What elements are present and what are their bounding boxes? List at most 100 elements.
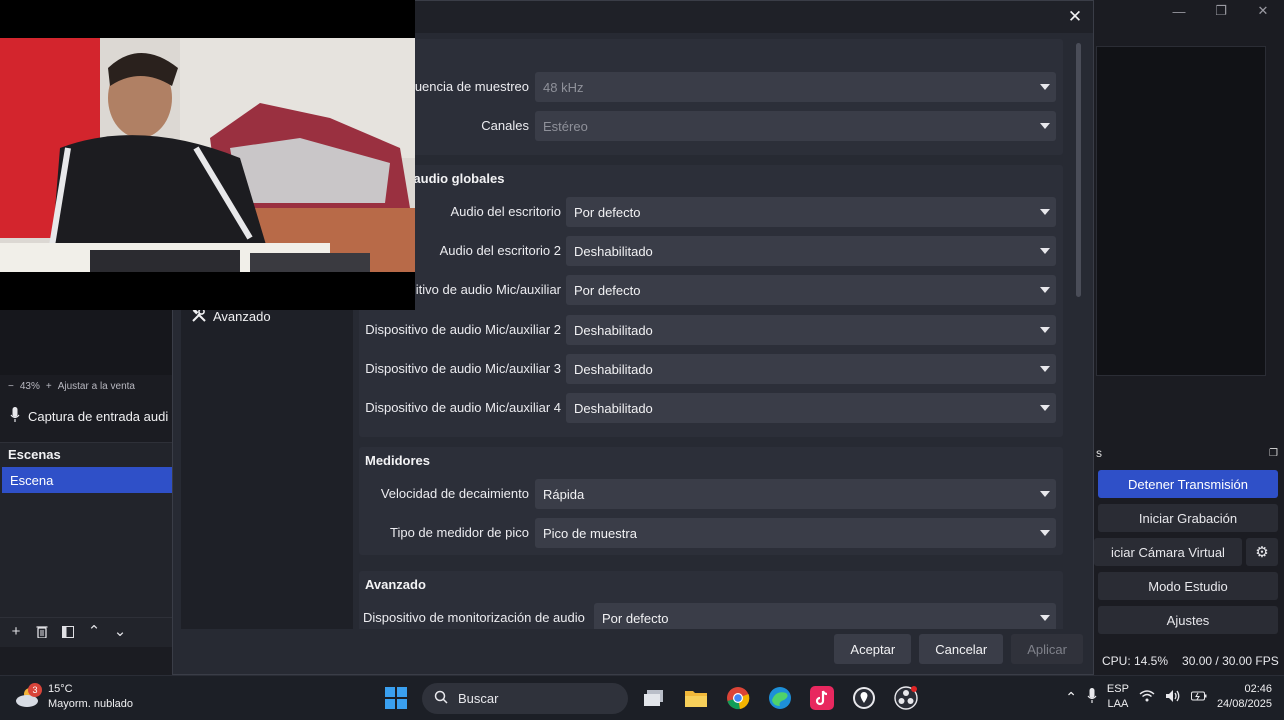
edge-icon[interactable] — [764, 682, 796, 714]
search-input[interactable]: Buscar — [422, 682, 628, 714]
clock-time: 02:46 — [1244, 683, 1272, 695]
start-recording-button[interactable]: Iniciar Grabación — [1098, 504, 1278, 532]
language-layout: LAA — [1107, 698, 1129, 710]
trash-icon[interactable] — [34, 624, 50, 640]
language-code: ESP — [1106, 683, 1129, 695]
device-label: Audio del escritorio — [450, 204, 561, 219]
device-select[interactable]: Deshabilitado — [566, 393, 1056, 423]
tiktok-icon[interactable] — [806, 682, 838, 714]
settings-scrollbar[interactable] — [1075, 41, 1083, 627]
chevron-up-icon[interactable]: ⌃ — [86, 624, 102, 640]
weather-widget[interactable]: 3 15°C Mayorm. nublado — [14, 682, 133, 712]
close-window-icon[interactable]: ✕ — [1242, 0, 1284, 22]
decay-rate-value: Rápida — [543, 486, 585, 502]
obs-icon[interactable] — [890, 682, 922, 714]
advanced-title: Avanzado — [365, 577, 426, 592]
dropdown-arrow-icon — [1040, 84, 1050, 90]
clock-date: 24/08/2025 — [1216, 698, 1272, 710]
device-row: Dispositivo de audio Mic/auxiliar 2 Desh… — [359, 315, 1063, 345]
zoom-out-icon[interactable]: − — [8, 381, 14, 392]
maps-icon[interactable] — [848, 682, 880, 714]
chevron-up-icon[interactable]: ⌃ — [1065, 689, 1077, 706]
input-language[interactable]: ESP LAA — [1107, 682, 1129, 712]
controls-header: s ❐ — [1094, 444, 1284, 462]
dropdown-arrow-icon — [1040, 287, 1050, 293]
dropdown-arrow-icon — [1040, 327, 1050, 333]
scenes-panel: Escenas Escena + ⌃ ⌄ — [0, 442, 172, 647]
monitoring-row: Dispositivo de monitorización de audio P… — [359, 603, 1063, 629]
device-label: Dispositivo de audio Mic/auxiliar 3 — [365, 361, 561, 376]
device-select[interactable]: Deshabilitado — [566, 354, 1056, 384]
cancel-button[interactable]: Cancelar — [919, 634, 1004, 664]
sample-rate-row: cuencia de muestreo 48 kHz — [359, 72, 1063, 102]
weather-badge: 3 — [28, 683, 42, 697]
peak-meter-row: Tipo de medidor de pico Pico de muestra — [359, 518, 1063, 548]
dropdown-arrow-icon — [1040, 123, 1050, 129]
stop-stream-button[interactable]: Detener Transmisión — [1098, 470, 1278, 498]
decay-rate-select[interactable]: Rápida — [535, 479, 1056, 509]
device-value: Deshabilitado — [574, 400, 653, 416]
device-label: itivo de audio Mic/auxiliar — [415, 282, 561, 297]
windows-start-icon[interactable] — [380, 682, 412, 714]
device-label: Dispositivo de audio Mic/auxiliar 4 — [365, 400, 561, 415]
minimize-icon[interactable]: — — [1158, 0, 1200, 22]
sample-rate-value: 48 kHz — [543, 79, 584, 95]
dropdown-arrow-icon — [1040, 209, 1050, 215]
device-value: Deshabilitado — [574, 243, 653, 259]
device-select[interactable]: Por defecto — [566, 275, 1056, 305]
audio-source-row[interactable]: Captura de entrada audi — [0, 400, 172, 432]
filter-panel-icon[interactable] — [60, 624, 76, 640]
wifi-icon[interactable] — [1139, 689, 1155, 705]
dropdown-arrow-icon — [1040, 491, 1050, 497]
dropdown-arrow-icon — [1040, 366, 1050, 372]
clock[interactable]: 02:46 24/08/2025 — [1217, 682, 1272, 712]
add-icon[interactable]: + — [8, 624, 24, 640]
device-select[interactable]: Por defecto — [566, 197, 1056, 227]
taskbar: 3 15°C Mayorm. nublado Buscar ⌃ ESP LAA … — [0, 675, 1284, 720]
channels-label: Canales — [481, 118, 529, 133]
global-audio-group: ivos de audio globales Audio del escrito… — [359, 165, 1063, 437]
scenes-header: Escenas — [8, 446, 61, 462]
status-bar: CPU: 14.5% 30.00 / 30.00 FPS — [1096, 650, 1284, 672]
accept-button[interactable]: Aceptar — [834, 634, 912, 664]
settings-button[interactable]: Ajustes — [1098, 606, 1278, 634]
monitoring-select[interactable]: Por defecto — [594, 603, 1056, 629]
scrollbar-thumb[interactable] — [1076, 43, 1081, 297]
meters-group: Medidores Velocidad de decaimiento Rápid… — [359, 447, 1063, 555]
preview-canvas[interactable] — [1096, 46, 1266, 376]
folder-icon[interactable] — [680, 682, 712, 714]
cloudy-weather-icon: 3 — [14, 683, 42, 708]
peak-meter-select[interactable]: Pico de muestra — [535, 518, 1056, 548]
scene-list-item[interactable]: Escena — [2, 467, 172, 493]
zoom-fit-link[interactable]: Ajustar a la venta — [58, 381, 135, 392]
monitoring-value: Por defecto — [602, 610, 669, 626]
sample-rate-select[interactable]: 48 kHz — [535, 72, 1056, 102]
search-icon — [434, 690, 448, 707]
channels-select[interactable]: Estéreo — [535, 111, 1056, 141]
volume-icon[interactable] — [1165, 689, 1181, 706]
device-value: Deshabilitado — [574, 361, 653, 377]
gear-icon[interactable]: ⚙ — [1246, 538, 1278, 566]
undock-icon[interactable]: ❐ — [1269, 448, 1278, 459]
start-virtual-camera-button[interactable]: iciar Cámara Virtual — [1094, 538, 1242, 566]
apply-button[interactable]: Aplicar — [1011, 634, 1083, 664]
microphone-icon[interactable] — [1087, 687, 1097, 707]
virtual-camera-row: iciar Cámara Virtual ⚙ — [1094, 538, 1278, 566]
webcam-video-image — [0, 38, 415, 272]
studio-mode-button[interactable]: Modo Estudio — [1098, 572, 1278, 600]
search-placeholder: Buscar — [458, 690, 499, 706]
peak-meter-value: Pico de muestra — [543, 525, 637, 541]
chevron-down-icon[interactable]: ⌄ — [112, 624, 128, 640]
webcam-overlay — [0, 0, 415, 310]
zoom-bar: − 43% + Ajustar a la venta — [0, 376, 172, 396]
zoom-in-icon[interactable]: + — [46, 381, 52, 392]
scenes-toolbar: + ⌃ ⌄ — [0, 617, 172, 639]
device-select[interactable]: Deshabilitado — [566, 236, 1056, 266]
chrome-icon[interactable] — [722, 682, 754, 714]
close-icon[interactable]: ✕ — [1063, 5, 1087, 29]
device-row: Dispositivo de audio Mic/auxiliar 4 Desh… — [359, 393, 1063, 423]
device-select[interactable]: Deshabilitado — [566, 315, 1056, 345]
restore-icon[interactable]: ❐ — [1200, 0, 1242, 22]
battery-icon[interactable] — [1190, 690, 1207, 705]
file-manager-icon[interactable] — [638, 682, 670, 714]
